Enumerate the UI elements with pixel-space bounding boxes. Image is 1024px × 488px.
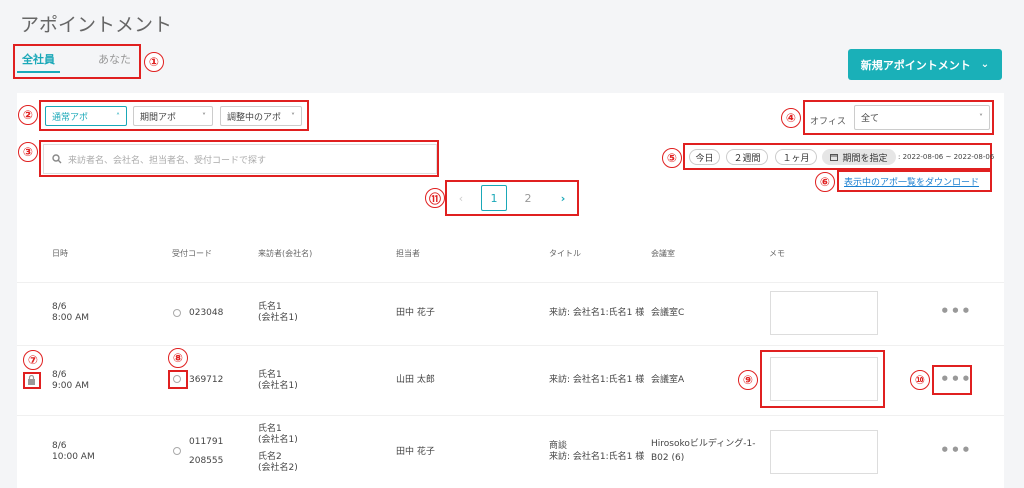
row-date: 8/6 (52, 370, 67, 380)
row-divider (17, 345, 1004, 346)
search-icon (52, 154, 62, 164)
page-2-button[interactable]: 2 (515, 185, 541, 211)
new-appointment-button[interactable]: 新規アポイントメント ⌄ (848, 49, 1002, 80)
office-label: オフィス (810, 117, 846, 127)
row-title: 来訪: 会社名1:氏名1 様 (549, 452, 645, 462)
row-date: 8/6 (52, 441, 67, 451)
visitor-company: (会社名2) (258, 463, 298, 473)
calendar-icon (830, 154, 839, 161)
row-time: 10:00 AM (52, 452, 95, 462)
annotation-11: ⑪ (425, 188, 445, 208)
visitor-company: (会社名1) (258, 435, 298, 445)
page-1-button[interactable]: 1 (481, 185, 507, 211)
lock-icon (28, 375, 35, 385)
row-code: 011791 (189, 437, 224, 447)
custom-period-label: 期間を指定 (842, 153, 888, 164)
regular-appointment-label: 通常アポ (52, 112, 89, 123)
row-host: 山田 太郎 (396, 375, 435, 385)
annotation-8: ⑧ (168, 348, 188, 368)
download-list-link[interactable]: 表示中のアポ一覧をダウンロード (844, 175, 979, 188)
annotation-9: ⑨ (738, 370, 758, 390)
one-month-button[interactable]: １ヶ月 (775, 149, 817, 165)
search-placeholder: 来訪者名、会社名、担当者名、受付コードで探す (68, 155, 267, 166)
chevron-down-icon: ˅ (979, 113, 983, 122)
annotation-4: ④ (781, 108, 801, 128)
more-options-icon[interactable]: ••• (940, 370, 972, 388)
memo-field[interactable] (770, 291, 878, 335)
row-time: 9:00 AM (52, 381, 89, 391)
visitor-company: (会社名1) (258, 313, 298, 323)
visitor-company: (会社名1) (258, 381, 298, 391)
period-appointment-label: 期間アポ (140, 112, 177, 123)
row-code: 369712 (189, 375, 224, 385)
annotation-10: ⑩ (910, 370, 930, 390)
annotation-3: ③ (18, 142, 38, 162)
office-value: 全て (861, 114, 880, 124)
row-date: 8/6 (52, 302, 67, 312)
visitor-name: 氏名1 (258, 302, 282, 312)
row-title: 商談 (549, 441, 568, 451)
tab-you[interactable]: あなた (98, 51, 131, 67)
pending-appointment-label: 調整中のアポ (227, 112, 282, 123)
header-room: 会議室 (651, 249, 675, 258)
more-options-icon[interactable]: ••• (940, 302, 972, 320)
chevron-up-icon: ˄ (116, 111, 120, 121)
page-title: アポイントメント (20, 14, 173, 36)
annotation-2: ② (18, 105, 38, 125)
memo-field[interactable] (770, 430, 878, 474)
regular-appointment-dropdown[interactable]: 通常アポ ˄ (45, 106, 127, 126)
chevron-down-icon: ⌄ (980, 59, 990, 70)
two-weeks-button[interactable]: ２週間 (726, 149, 768, 165)
visitor-name: 氏名1 (258, 424, 282, 434)
office-dropdown[interactable]: 全て ˅ (854, 105, 990, 130)
checkin-radio[interactable] (173, 447, 181, 455)
custom-period-button[interactable]: 期間を指定 (822, 149, 896, 165)
memo-field[interactable] (770, 357, 878, 401)
row-code: 208555 (189, 456, 224, 466)
active-tab-indicator (17, 71, 60, 73)
row-host: 田中 花子 (396, 308, 435, 318)
checkin-radio[interactable] (173, 309, 181, 317)
annotation-7: ⑦ (23, 350, 43, 370)
pending-appointment-dropdown[interactable]: 調整中のアポ ˅ (220, 106, 302, 126)
annotation-5: ⑤ (662, 148, 682, 168)
row-divider (17, 415, 1004, 416)
row-divider (17, 282, 1004, 283)
annotation-6: ⑥ (815, 172, 835, 192)
chevron-down-icon: ˅ (291, 111, 295, 121)
new-appointment-label: 新規アポイントメント (860, 58, 971, 72)
prev-page-button[interactable]: ‹ (448, 185, 474, 211)
annotation-1: ① (144, 52, 164, 72)
checkin-radio[interactable] (173, 375, 181, 383)
chevron-down-icon: ˅ (202, 111, 206, 121)
more-options-icon[interactable]: ••• (940, 441, 972, 459)
next-page-button[interactable]: › (550, 185, 576, 211)
row-room: 会議室C (651, 308, 685, 318)
header-datetime: 日時 (52, 249, 68, 258)
header-visitor: 来訪者(会社名) (258, 249, 313, 258)
tab-all-employees[interactable]: 全社員 (22, 51, 55, 67)
header-host: 担当者 (396, 249, 420, 258)
period-appointment-dropdown[interactable]: 期間アポ ˅ (133, 106, 213, 126)
date-range-text: : 2022-08-06 ~ 2022-08-06 (898, 153, 995, 161)
row-title: 来訪: 会社名1:氏名1 様 (549, 308, 645, 318)
row-room: 会議室A (651, 375, 685, 385)
row-code: 023048 (189, 308, 224, 318)
header-memo: メモ (769, 249, 785, 258)
visitor-name: 氏名2 (258, 452, 282, 462)
today-button[interactable]: 今日 (689, 149, 720, 165)
visitor-name: 氏名1 (258, 370, 282, 380)
row-room: Hirosokoビルディング-1-B02 (6) (651, 439, 756, 463)
row-time: 8:00 AM (52, 313, 89, 323)
row-title: 来訪: 会社名1:氏名1 様 (549, 375, 645, 385)
header-title: タイトル (549, 249, 581, 258)
header-code: 受付コード (172, 249, 212, 258)
row-host: 田中 花子 (396, 447, 435, 457)
search-input[interactable]: 来訪者名、会社名、担当者名、受付コードで探す (43, 144, 437, 174)
